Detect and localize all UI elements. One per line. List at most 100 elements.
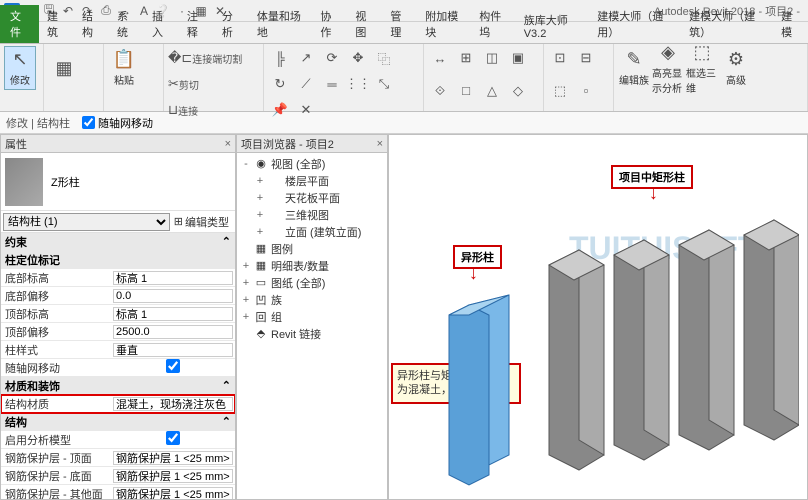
modify-button[interactable]: ↖修改	[4, 46, 36, 90]
property-label: 柱样式	[1, 342, 111, 358]
tree-node[interactable]: ▦图例	[239, 240, 385, 257]
dim2-icon[interactable]: ⊞	[454, 46, 478, 70]
paste-button[interactable]: 📋粘贴	[108, 46, 140, 90]
tab-system[interactable]: 系统	[109, 5, 144, 43]
property-value[interactable]	[111, 451, 235, 465]
properties-header: 属性×	[1, 135, 235, 153]
tab-file[interactable]: 文件	[0, 5, 39, 43]
tab-bm2[interactable]: 建模大师（建筑）	[681, 5, 773, 43]
property-label: 顶部标高	[1, 306, 111, 322]
tab-mass[interactable]: 体量和场地	[249, 5, 312, 43]
copy-icon[interactable]: ⿻	[372, 46, 396, 70]
tab-insert[interactable]: 插入	[144, 5, 179, 43]
main-area: 属性× Z形柱 结构柱 (1) ⊞ 编辑类型 约束⌃柱定位标记底部标高底部偏移顶…	[0, 134, 808, 500]
dim4-icon[interactable]: ▣	[506, 46, 530, 70]
join-button[interactable]: ⊔ 连接	[168, 98, 198, 122]
instance-select[interactable]: 结构柱 (1)	[3, 213, 170, 231]
m2-icon[interactable]: ⊟	[574, 46, 598, 70]
dim3-icon[interactable]: ◫	[480, 46, 504, 70]
tab-struct[interactable]: 结构	[74, 5, 109, 43]
property-value[interactable]	[111, 343, 235, 357]
tab-view[interactable]: 视图	[347, 5, 382, 43]
type-preview[interactable]: Z形柱	[1, 153, 235, 211]
array-icon[interactable]: ⋮⋮	[346, 72, 370, 96]
tab-analyze[interactable]: 分析	[214, 5, 249, 43]
move-with-grid-check[interactable]: 随轴网移动	[82, 115, 153, 131]
tree-node[interactable]: +天花板平面	[239, 189, 385, 206]
split-icon[interactable]: ═	[320, 72, 344, 96]
move-icon[interactable]: ✥	[346, 46, 370, 70]
viewport-3d[interactable]: 异形柱与矩形柱材质同 为混凝土，现场浇筑灰 异形柱 项目中矩形柱 ↓ ↓ TUI…	[388, 134, 808, 500]
property-value[interactable]	[111, 271, 235, 285]
tab-collab[interactable]: 协作	[312, 5, 347, 43]
edit-family-button[interactable]: ✎编辑族	[618, 46, 650, 90]
section-header[interactable]: 材质和装饰⌃	[1, 377, 235, 395]
property-value[interactable]	[111, 359, 235, 376]
del-icon[interactable]: ✕	[294, 98, 318, 122]
dim5-icon[interactable]: ⟐	[428, 79, 452, 103]
cut-button[interactable]: ✂ 剪切	[168, 72, 199, 96]
section-header[interactable]: 结构⌃	[1, 413, 235, 431]
align-icon[interactable]: ╠	[268, 46, 292, 70]
property-value[interactable]	[111, 487, 235, 500]
pin-icon[interactable]: 📌	[268, 98, 292, 122]
tab-manage[interactable]: 管理	[382, 5, 417, 43]
property-value[interactable]	[111, 469, 235, 483]
property-row: 结构材质	[1, 395, 235, 413]
properties-button[interactable]: ▦	[48, 46, 80, 90]
instance-selector: 结构柱 (1) ⊞ 编辑类型	[1, 211, 235, 233]
tree-node[interactable]: +▦明细表/数量	[239, 257, 385, 274]
tab-addin[interactable]: 附加模块	[417, 5, 471, 43]
tab-bm1[interactable]: 建模大师（通用）	[589, 5, 681, 43]
tree-node[interactable]: ⬘Revit 链接	[239, 325, 385, 342]
property-value[interactable]	[111, 289, 235, 303]
m3-icon[interactable]: ⬚	[548, 79, 572, 103]
edit-type-button[interactable]: ⊞ 编辑类型	[170, 214, 233, 230]
section-header[interactable]: 约束⌃	[1, 233, 235, 251]
ribbon: ↖修改 ▦ 📋粘贴 �⊏ 连接端切割 ✂ 剪切 ⊔ 连接 ╠↗⟳✥⿻↻ ⟋═⋮⋮…	[0, 44, 808, 112]
tree-node[interactable]: +凹族	[239, 291, 385, 308]
tree-node[interactable]: +三维视图	[239, 206, 385, 223]
tree-node[interactable]: +回组	[239, 308, 385, 325]
offset-icon[interactable]: ↗	[294, 46, 318, 70]
m1-icon[interactable]: ⊡	[548, 46, 572, 70]
tab-bm3[interactable]: 建模	[773, 5, 808, 43]
trim-icon[interactable]: ⟋	[294, 72, 318, 96]
dim7-icon[interactable]: △	[480, 79, 504, 103]
dim6-icon[interactable]: □	[454, 79, 478, 103]
tab-fam[interactable]: 族库大师V3.2	[516, 9, 590, 43]
ribbon-tabs: 文件 建筑 结构 系统 插入 注释 分析 体量和场地 协作 视图 管理 附加模块…	[0, 22, 808, 44]
property-label: 随轴网移动	[1, 360, 111, 376]
tab-gjw[interactable]: 构件坞	[471, 5, 515, 43]
dim1-icon[interactable]: ↔	[428, 46, 452, 70]
property-value[interactable]	[111, 307, 235, 321]
m4-icon[interactable]: ▫	[574, 79, 598, 103]
close-icon[interactable]: ×	[225, 138, 231, 150]
join-cut-button[interactable]: �⊏ 连接端切割	[168, 46, 242, 70]
highlight-button[interactable]: ◈高亮显示分析	[652, 46, 684, 90]
property-row: 钢筋保护层 - 其他面	[1, 485, 235, 499]
property-label: 钢筋保护层 - 底面	[1, 468, 111, 484]
tab-annot[interactable]: 注释	[179, 5, 214, 43]
tree-node[interactable]: -◉视图 (全部)	[239, 155, 385, 172]
scale-icon[interactable]: ⤡	[372, 72, 396, 96]
property-label: 钢筋保护层 - 其他面	[1, 486, 111, 500]
browser-header: 项目浏览器 - 项目2×	[237, 135, 387, 153]
property-value[interactable]	[111, 431, 235, 448]
advanced-button[interactable]: ⚙高级	[720, 46, 752, 90]
box3d-button[interactable]: ⬚框选三维	[686, 46, 718, 90]
dim8-icon[interactable]: ◇	[506, 79, 530, 103]
properties-panel: 属性× Z形柱 结构柱 (1) ⊞ 编辑类型 约束⌃柱定位标记底部标高底部偏移顶…	[0, 134, 236, 500]
mirror-icon[interactable]: ⟳	[320, 46, 344, 70]
property-value[interactable]	[111, 397, 235, 411]
rotate-icon[interactable]: ↻	[268, 72, 292, 96]
tree-node[interactable]: +▭图纸 (全部)	[239, 274, 385, 291]
close-icon[interactable]: ×	[377, 138, 383, 150]
property-value[interactable]	[111, 325, 235, 339]
tree-node[interactable]: +楼层平面	[239, 172, 385, 189]
property-row: 钢筋保护层 - 底面	[1, 467, 235, 485]
tree-node[interactable]: +立面 (建筑立面)	[239, 223, 385, 240]
section-header[interactable]: 柱定位标记	[1, 251, 235, 269]
tab-arch[interactable]: 建筑	[39, 5, 74, 43]
arrow-icon: ↓	[469, 263, 478, 284]
